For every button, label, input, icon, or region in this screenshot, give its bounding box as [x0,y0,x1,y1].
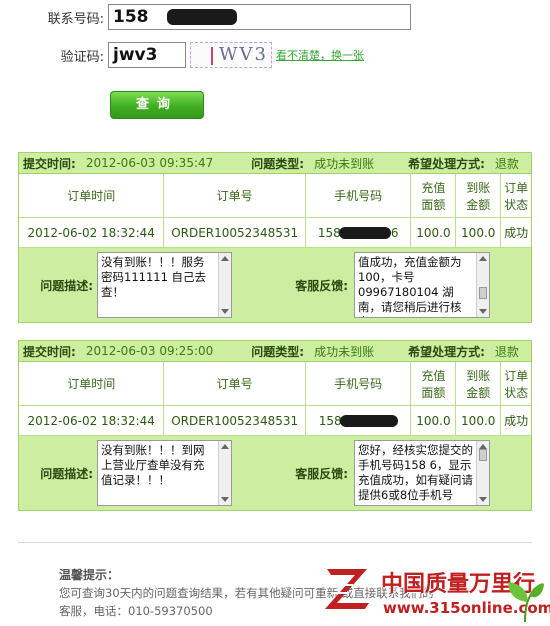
col-phone: 手机号码 [306,362,412,405]
captcha-text: WV3 [219,44,268,65]
feedback-label: 客服反馈: [295,466,348,481]
scroll-down-icon[interactable] [221,309,229,314]
feedback-textarea[interactable]: 您好，经核实您提交的手机号码158 6，显示充值成功，如有疑问请提供6或8位手机… [354,440,490,506]
cell-face-value: 100.0 [411,218,457,247]
cell-order-no: ORDER10052348531 [164,218,306,247]
description-textarea[interactable]: 没有到账！！！服务密码111111 自己去查！ [97,252,232,318]
cell-face-value: 100.0 [411,406,457,435]
code-label: 验证码: [60,49,104,65]
scrollbar[interactable] [218,253,231,317]
record-card: 提交时间: 2012-06-03 09:25:00 问题类型: 成功未到账 希望… [18,340,532,511]
cell-status: 成功 [504,226,529,240]
handling-label: 希望处理方式: [408,156,485,171]
feedback-label: 客服反馈: [295,278,348,293]
cell-credited: 100.0 [456,218,502,247]
feedback-textarea[interactable]: 值成功，充值金额为100，卡号09967180104 湖南，请您稍后进行核实。 [354,252,490,318]
captcha-row: 验证码: jwv3 WV3 看不清楚，换一张 [0,42,364,68]
handling-value: 退款 [494,156,519,171]
desc-label: 问题描述: [40,466,93,481]
phone-input[interactable]: 158 [108,4,411,30]
col-face-value: 充值 面额 [411,362,457,405]
leaf-icon [508,582,544,623]
scrollbar[interactable] [476,441,489,505]
scroll-up-icon[interactable] [221,256,229,261]
scroll-down-icon[interactable] [479,497,487,502]
query-button[interactable]: 查询 [110,91,204,119]
captcha-image: WV3 [190,42,272,68]
col-order-no: 订单号 [164,362,306,405]
col-credited: 到账 金额 [456,174,502,217]
col-order-time: 订单时间 [19,362,165,405]
table-header: 订单时间 订单号 手机号码 充值 面额 到账 金额 订单 状态 [19,362,531,406]
desc-label: 问题描述: [40,278,93,293]
issue-type-value: 成功未到账 [314,156,375,171]
scroll-down-icon[interactable] [479,309,487,314]
issue-type-value: 成功未到账 [314,344,375,359]
submit-time-value: 2012-06-03 09:35:47 [85,156,214,170]
code-input[interactable]: jwv3 [108,42,186,68]
submit-time-label: 提交时间: [23,344,76,359]
col-credited: 到账 金额 [456,362,502,405]
watermark-logo-icon [325,569,369,609]
phone-redaction [339,414,398,427]
scrollbar[interactable] [218,441,231,505]
issue-type-label: 问题类型: [251,344,305,359]
col-face-value: 充值 面额 [411,174,457,217]
submit-time-value: 2012-06-03 09:25:00 [85,344,214,358]
feedback-text: 值成功，充值金额为100，卡号09967180104 湖南，请您稍后进行核实。 [358,255,462,317]
description-row: 问题描述: 没有到账！！！服务密码111111 自己去查！ 客服反馈: 值成功，… [19,248,531,322]
phone-prefix: 158 [318,413,342,428]
phone-label: 联系号码: [47,11,104,27]
cell-order-time: 2012-06-02 18:32:44 [19,218,165,247]
cell-phone: 158 [306,406,412,435]
scroll-up-icon[interactable] [479,256,487,261]
phone-redaction [167,9,237,25]
table-header: 订单时间 订单号 手机号码 充值 面额 到账 金额 订单 状态 [19,174,531,218]
cell-phone: 158 6 [306,218,412,247]
cell-order-time: 2012-06-02 18:32:44 [19,406,165,435]
record-header: 提交时间: 2012-06-03 09:25:00 问题类型: 成功未到账 希望… [19,341,531,362]
scroll-down-icon[interactable] [221,497,229,502]
col-order-time: 订单时间 [19,174,165,217]
col-status: 订单 状态 [504,180,529,212]
scroll-up-icon[interactable] [221,444,229,449]
table-row: 2012-06-02 18:32:44 ORDER10052348531 158… [19,218,531,248]
phone-prefix: 158 [317,225,341,240]
issue-type-label: 问题类型: [251,156,305,171]
scroll-thumb[interactable] [479,449,487,461]
cell-status: 成功 [504,414,529,428]
phone-row: 联系号码: 158 [0,4,411,30]
feedback-text: 您好，经核实您提交的手机号码158 6，显示充值成功，如有疑问请提供6或8位手机… [358,443,473,502]
scroll-thumb[interactable] [479,287,487,299]
phone-redaction [338,226,391,239]
handling-label: 希望处理方式: [408,344,485,359]
phone-value: 158 [113,7,149,27]
description-text: 没有到账！！！到网上营业厅查单没有充值记录！！！ [101,443,205,487]
description-row: 问题描述: 没有到账！！！到网上营业厅查单没有充值记录！！！ 客服反馈: 您好，… [19,436,531,510]
code-value: jwv3 [113,45,158,65]
cell-order-no: ORDER10052348531 [164,406,306,435]
phone-suffix: 6 [390,225,399,240]
handling-value: 退款 [494,344,519,359]
submit-time-label: 提交时间: [23,156,76,171]
divider [18,542,532,543]
table-row: 2012-06-02 18:32:44 ORDER10052348531 158… [19,406,531,436]
tips-title: 温馨提示： [59,568,120,582]
captcha-noise [211,47,213,65]
scrollbar[interactable] [476,253,489,317]
record-header: 提交时间: 2012-06-03 09:35:47 问题类型: 成功未到账 希望… [19,153,531,174]
record-card: 提交时间: 2012-06-03 09:35:47 问题类型: 成功未到账 希望… [18,152,532,323]
description-text: 没有到账！！！服务密码111111 自己去查！ [101,255,207,299]
col-status: 订单 状态 [504,368,529,400]
cell-credited: 100.0 [456,406,502,435]
refresh-captcha-link[interactable]: 看不清楚，换一张 [276,47,364,63]
col-order-no: 订单号 [164,174,306,217]
col-phone: 手机号码 [306,174,412,217]
description-textarea[interactable]: 没有到账！！！到网上营业厅查单没有充值记录！！！ [97,440,232,506]
